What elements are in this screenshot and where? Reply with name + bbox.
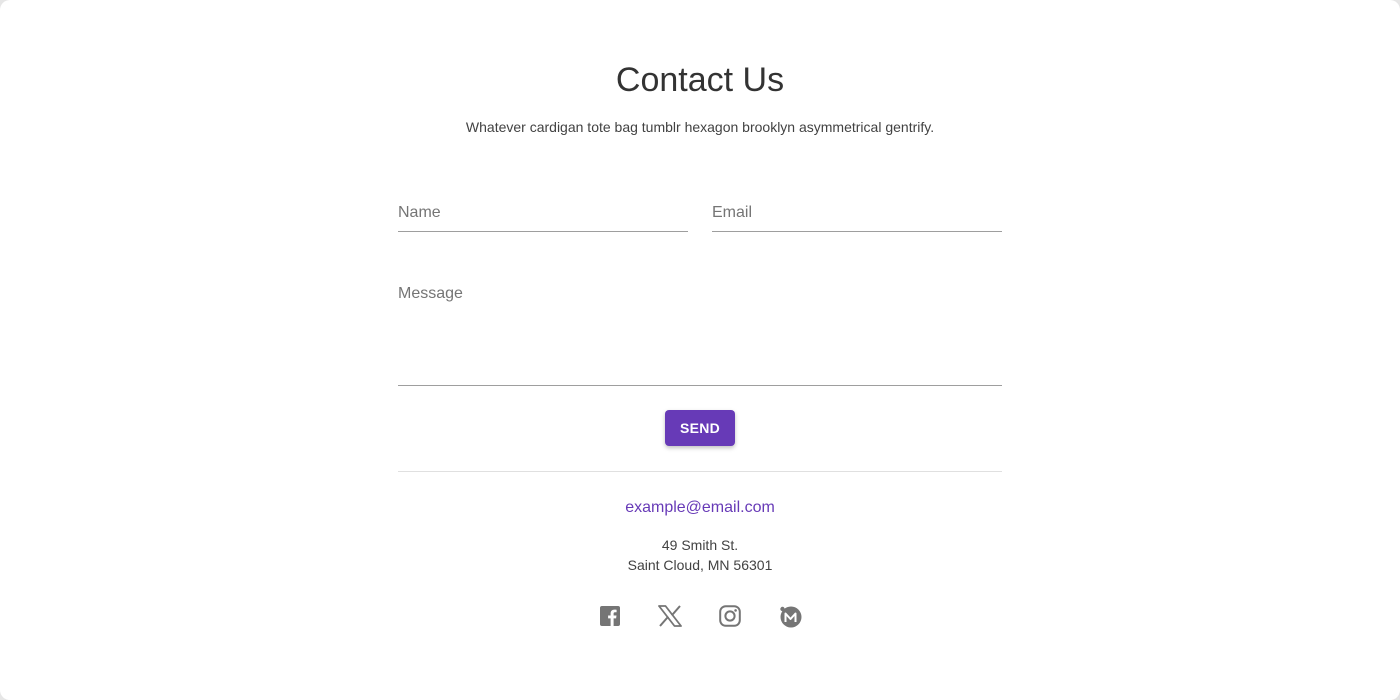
mastodon-icon[interactable] xyxy=(777,603,803,629)
address-line-1: 49 Smith St. xyxy=(661,537,739,553)
x-icon[interactable] xyxy=(657,603,683,629)
page-subtitle: Whatever cardigan tote bag tumblr hexago… xyxy=(465,119,935,135)
contact-email-link[interactable]: example@email.com xyxy=(0,497,1400,519)
instagram-icon[interactable] xyxy=(717,603,743,629)
contact-card: Contact Us Whatever cardigan tote bag tu… xyxy=(0,0,1400,700)
email-field[interactable] xyxy=(712,200,1002,232)
divider xyxy=(398,471,1002,472)
page-title: Contact Us xyxy=(615,61,785,99)
message-field[interactable] xyxy=(398,283,1002,386)
address-line-2: Saint Cloud, MN 56301 xyxy=(627,557,773,573)
name-field[interactable] xyxy=(398,200,688,232)
facebook-icon[interactable] xyxy=(597,603,623,629)
send-button[interactable]: SEND xyxy=(665,410,735,446)
